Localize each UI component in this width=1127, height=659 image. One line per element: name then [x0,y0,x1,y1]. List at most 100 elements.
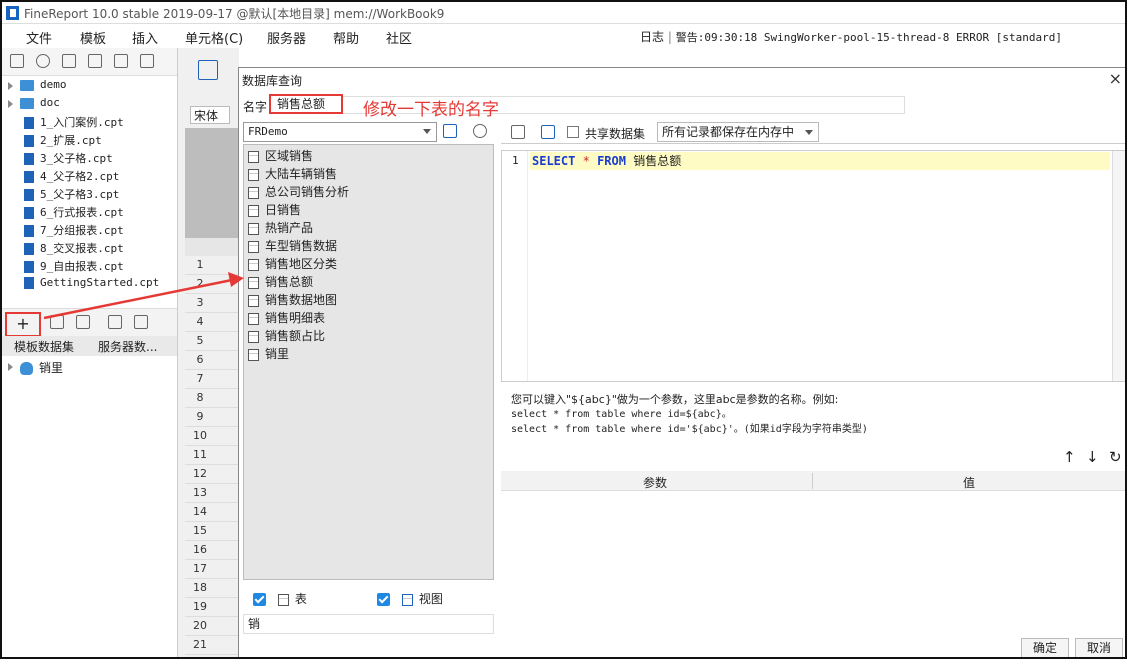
row-number[interactable]: 2 [186,277,214,290]
delete-icon[interactable] [76,315,90,329]
row-number[interactable]: 16 [186,543,214,556]
sql-editor[interactable]: 1 SELECT * FROM 销售总额 [501,150,1125,382]
add-dataset-button[interactable]: + [5,312,41,337]
refresh-icon[interactable] [473,124,487,138]
row-number[interactable]: 11 [186,448,214,461]
row-number[interactable]: 12 [186,467,214,480]
table-item[interactable]: 销售数据地图 [248,291,337,309]
menu-server[interactable]: 服务器 [267,28,306,47]
tree-file[interactable]: 4_父子格2.cpt [8,168,119,186]
open-icon[interactable] [62,54,76,68]
table-item[interactable]: 销售总额 [248,273,313,291]
table-item[interactable]: 总公司销售分析 [248,183,349,201]
tree-file[interactable]: 8_交叉报表.cpt [8,240,124,258]
status-area: 日志 | 警告:09:30:18 SwingWorker-pool-15-thr… [640,30,1062,44]
tree-folder-doc[interactable]: doc [8,96,60,114]
new-folder-icon[interactable] [10,54,24,68]
line-gutter: 1 [502,151,528,381]
table-item[interactable]: 销售地区分类 [248,255,337,273]
edit-icon[interactable] [50,315,64,329]
menu-file[interactable]: 文件 [26,28,52,47]
checkbox-checked-icon[interactable] [253,593,266,606]
tree-file[interactable]: 9_自由报表.cpt [8,258,124,276]
table-item[interactable]: 车型销售数据 [248,237,337,255]
row-number[interactable]: 18 [186,581,214,594]
refresh-icon[interactable]: ↻ [1109,448,1122,466]
tree-file[interactable]: 3_父子格.cpt [8,150,113,168]
sql-line[interactable]: SELECT * FROM 销售总额 [530,152,1110,170]
dataset-item[interactable]: 销里 [8,359,63,377]
table-item[interactable]: 热销产品 [248,219,313,237]
row-number[interactable]: 20 [186,619,214,632]
connection-edit-icon[interactable] [443,124,457,138]
tab-template-dataset[interactable]: 模板数据集 [14,338,74,355]
close-icon[interactable]: × [1109,69,1122,88]
table-item[interactable]: 销售额占比 [248,327,325,345]
row-number[interactable]: 5 [186,334,214,347]
name-input[interactable]: 销售总额 [269,94,343,114]
cpt-file-icon [24,243,34,255]
folder-icon [20,79,34,91]
row-number[interactable]: 6 [186,353,214,366]
table-item[interactable]: 大陆车辆销售 [248,165,337,183]
settings-icon[interactable] [88,54,102,68]
log-link[interactable]: 日志 [640,30,664,44]
show-tables-toggle[interactable]: 表 [253,590,307,607]
tree-file[interactable]: 1_入门案例.cpt [8,114,124,132]
menu-insert[interactable]: 插入 [132,28,158,47]
preview-icon[interactable] [108,315,122,329]
row-number[interactable]: 14 [186,505,214,518]
row-divider [185,521,240,522]
ok-button[interactable]: 确定 [1021,638,1069,657]
row-number[interactable]: 9 [186,410,214,423]
title-bar: FineReport 10.0 stable 2019-09-17 @默认[本地… [2,2,1125,24]
tree-file[interactable]: 6_行式报表.cpt [8,204,124,222]
menu-template[interactable]: 模板 [80,28,106,47]
refresh-icon[interactable] [36,54,50,68]
tree-file[interactable]: 2_扩展.cpt [8,132,102,150]
expand-icon[interactable] [8,82,13,90]
tree-file[interactable]: 7_分组报表.cpt [8,222,124,240]
checkbox-checked-icon[interactable] [377,593,390,606]
memory-mode-select[interactable]: 所有记录都保存在内存中 [657,122,819,142]
delete-icon[interactable] [114,54,128,68]
preview-icon[interactable] [511,125,525,139]
arrow-down-icon[interactable]: ↓ [1086,448,1099,466]
template-icon[interactable] [198,60,218,80]
row-number[interactable]: 4 [186,315,214,328]
row-number[interactable]: 1 [186,258,214,271]
table-item[interactable]: 销里 [248,345,289,363]
dataset-info-icon[interactable] [134,315,148,329]
table-item[interactable]: 区域销售 [248,147,313,165]
menu-community[interactable]: 社区 [386,28,412,47]
row-number[interactable]: 15 [186,524,214,537]
expand-icon[interactable] [8,100,13,108]
table-item[interactable]: 销售明细表 [248,309,325,327]
table-item[interactable]: 日销售 [248,201,301,219]
row-number[interactable]: 3 [186,296,214,309]
share-dataset-checkbox[interactable] [567,126,579,138]
arrow-up-icon[interactable]: ↑ [1063,448,1076,466]
menu-help[interactable]: 帮助 [333,28,359,47]
expand-icon[interactable] [8,363,13,371]
row-number[interactable]: 8 [186,391,214,404]
sql-scrollbar[interactable] [1112,151,1125,381]
tree-folder-demo[interactable]: demo [8,78,67,96]
copy-icon[interactable] [140,54,154,68]
tree-file[interactable]: GettingStarted.cpt [8,276,159,294]
row-number[interactable]: 19 [186,600,214,613]
connection-select[interactable]: FRDemo [243,122,437,142]
table-filter-input[interactable]: 销 [243,614,494,634]
cancel-button[interactable]: 取消 [1075,638,1123,657]
row-number[interactable]: 10 [186,429,214,442]
save-icon[interactable] [541,125,555,139]
row-number[interactable]: 13 [186,486,214,499]
row-number[interactable]: 7 [186,372,214,385]
font-select[interactable]: 宋体 [190,106,230,124]
menu-cell[interactable]: 单元格(C) [185,28,243,47]
row-number[interactable]: 21 [186,638,214,651]
tree-file[interactable]: 5_父子格3.cpt [8,186,119,204]
tab-server-dataset[interactable]: 服务器数... [98,338,157,355]
show-views-toggle[interactable]: 视图 [377,590,443,607]
row-number[interactable]: 17 [186,562,214,575]
